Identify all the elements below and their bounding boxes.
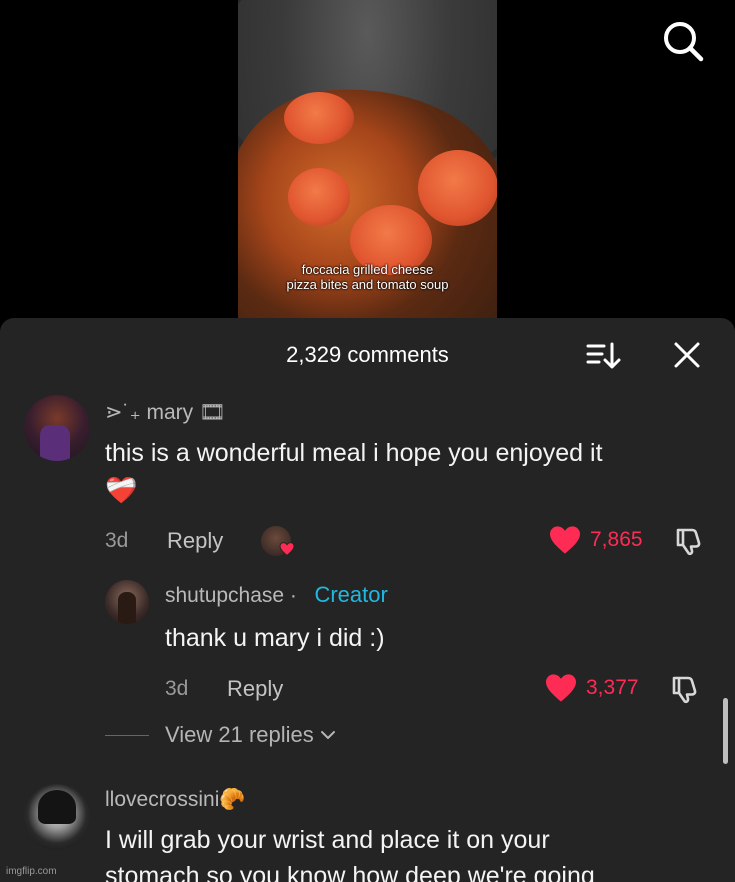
search-icon[interactable] bbox=[660, 18, 706, 64]
divider bbox=[105, 734, 149, 736]
reply-text: thank u mary i did :) bbox=[165, 624, 385, 652]
scrollbar[interactable] bbox=[723, 698, 728, 764]
comment-username[interactable]: llovecrossini🥐 bbox=[105, 788, 246, 812]
video-caption-line: foccacia grilled cheese bbox=[301, 262, 434, 277]
comment-text: I will grab your wrist and place it on y… bbox=[105, 826, 550, 854]
sort-icon[interactable] bbox=[585, 340, 623, 372]
video-caption-line: pizza bites and tomato soup bbox=[286, 277, 449, 292]
creator-liked-heart-icon bbox=[279, 542, 295, 556]
comment-count: 2,329 comments bbox=[286, 342, 449, 367]
pepperoni-graphic bbox=[288, 168, 350, 226]
like-count: 3,377 bbox=[586, 676, 639, 699]
watermark: imgflip.com bbox=[6, 866, 57, 877]
avatar[interactable] bbox=[105, 580, 149, 624]
video-caption: foccacia grilled cheese pizza bites and … bbox=[238, 262, 497, 292]
pepperoni-graphic bbox=[284, 92, 354, 144]
comments-sheet: 2,329 comments ⋗˙₊ mary 🎞 this is a wond… bbox=[0, 318, 735, 882]
dislike-icon[interactable] bbox=[670, 674, 700, 704]
comments-header: 2,329 comments bbox=[0, 318, 735, 394]
avatar-hair bbox=[38, 790, 76, 824]
chevron-down-icon bbox=[320, 731, 335, 739]
view-replies-label: View 21 replies bbox=[165, 722, 314, 747]
like-button[interactable]: 3,377 bbox=[544, 673, 639, 703]
comment-text: this is a wonderful meal i hope you enjo… bbox=[105, 439, 603, 467]
heart-icon bbox=[546, 674, 576, 702]
avatar[interactable] bbox=[24, 395, 90, 461]
view-replies-button[interactable]: View 21 replies bbox=[105, 722, 336, 748]
comment-username[interactable]: ⋗˙₊ mary 🎞 bbox=[105, 400, 226, 425]
video-player[interactable]: foccacia grilled cheese pizza bites and … bbox=[238, 0, 497, 330]
reply-time: 3d bbox=[165, 677, 189, 700]
creator-badge: Creator bbox=[314, 582, 388, 607]
avatar-figure bbox=[118, 592, 136, 624]
comment-time: 3d bbox=[105, 529, 129, 552]
reply-button[interactable]: Reply bbox=[167, 528, 223, 554]
like-count: 7,865 bbox=[590, 528, 643, 551]
dislike-icon[interactable] bbox=[674, 526, 704, 556]
pepperoni-graphic bbox=[418, 150, 497, 226]
avatar-figure bbox=[40, 425, 70, 461]
avatar[interactable] bbox=[24, 784, 90, 850]
reply-username-row: shutupchase · Creator bbox=[165, 582, 388, 608]
like-button[interactable]: 7,865 bbox=[548, 525, 643, 555]
reply-username[interactable]: shutupchase · bbox=[165, 584, 297, 607]
heart-icon bbox=[550, 526, 580, 554]
comment-emoji: ❤️‍🩹 bbox=[105, 475, 138, 505]
comment-text: stomach so you know how deep we're going bbox=[105, 862, 595, 882]
close-icon[interactable] bbox=[672, 340, 702, 370]
reply-button[interactable]: Reply bbox=[227, 676, 283, 702]
